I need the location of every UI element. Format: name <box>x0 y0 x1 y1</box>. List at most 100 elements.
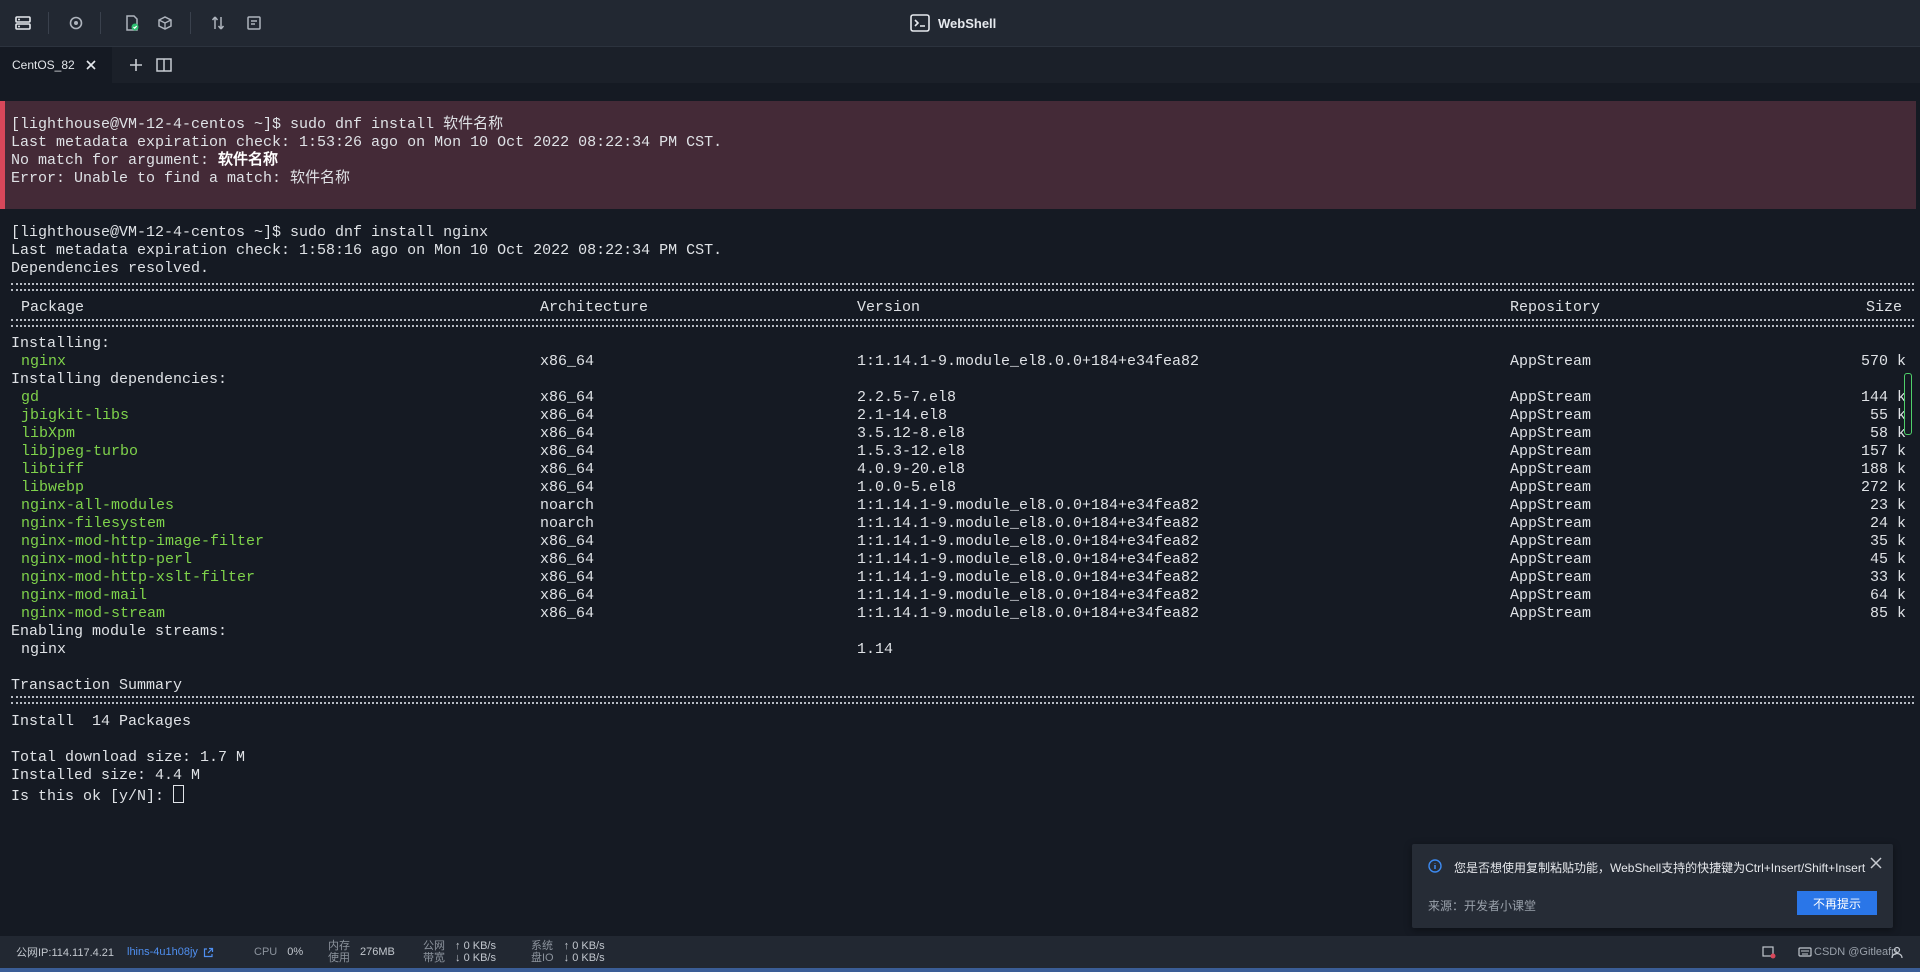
scrollbar-thumb[interactable] <box>1904 373 1912 435</box>
clipboard-notice: 您是否想使用复制粘贴功能，WebShell支持的快捷键为Ctrl+Insert/… <box>1412 844 1893 928</box>
package-name: nginx-mod-http-xslt-filter <box>21 569 256 586</box>
external-link-icon[interactable] <box>203 947 214 958</box>
package-arch: x86_64 <box>540 389 595 406</box>
package-version: 1:1.14.1-9.module_el8.0.0+184+e34fea82 <box>857 587 1200 604</box>
package-size: 35 k <box>1869 533 1906 550</box>
package-repo: AppStream <box>1510 443 1592 460</box>
package-version: 1:1.14.1-9.module_el8.0.0+184+e34fea82 <box>857 515 1200 532</box>
terminal-line: [lighthouse@VM-12-4-centos ~]$ sudo dnf … <box>11 224 489 241</box>
package-repo: AppStream <box>1510 515 1592 532</box>
package-name: nginx-mod-stream <box>21 605 166 622</box>
package-name: nginx-mod-http-perl <box>21 551 193 568</box>
cpu-value: 0% <box>287 946 304 958</box>
package-arch: x86_64 <box>540 605 595 622</box>
package-name: nginx-filesystem <box>21 515 166 532</box>
package-version: 1:1.14.1-9.module_el8.0.0+184+e34fea82 <box>857 551 1200 568</box>
package-version: 1:1.14.1-9.module_el8.0.0+184+e34fea82 <box>857 353 1200 370</box>
package-version: 1:1.14.1-9.module_el8.0.0+184+e34fea82 <box>857 569 1200 586</box>
package-arch: x86_64 <box>540 407 595 424</box>
col-header-version: Version <box>857 299 921 316</box>
disk-io: 系统 盘IO ↑ 0 KB/s ↓ 0 KB/s <box>531 936 605 968</box>
add-tab-icon[interactable] <box>127 56 145 74</box>
terminal-bold-text: 软件名称 <box>218 152 279 169</box>
package-repo: AppStream <box>1510 551 1592 568</box>
history-icon[interactable] <box>242 11 266 35</box>
network-bandwidth: 公网 带宽 ↑ 0 KB/s ↓ 0 KB/s <box>423 936 496 968</box>
package-name: libwebp <box>21 479 85 496</box>
file-transfer-icon[interactable] <box>120 11 144 35</box>
package-arch: x86_64 <box>540 443 595 460</box>
cpu-usage: CPU 0% <box>254 936 303 968</box>
package-name: nginx-all-modules <box>21 497 175 514</box>
package-name: nginx <box>21 353 67 370</box>
terminal-line: Dependencies resolved. <box>11 260 210 277</box>
user-icon[interactable] <box>1890 945 1904 959</box>
settings-icon[interactable] <box>64 11 88 35</box>
package-arch: x86_64 <box>540 587 595 604</box>
notice-message: 您是否想使用复制粘贴功能，WebShell支持的快捷键为Ctrl+Insert/… <box>1454 861 1866 875</box>
network-down: ↓ 0 KB/s <box>455 952 496 964</box>
terminal-text: No match for argument: <box>11 152 219 169</box>
keyboard-icon[interactable] <box>1798 945 1812 959</box>
memory-label: 使用 <box>328 952 350 964</box>
package-size: 33 k <box>1869 569 1906 586</box>
col-header-package: Package <box>21 299 85 316</box>
close-icon[interactable] <box>1869 856 1883 870</box>
package-repo: AppStream <box>1510 569 1592 586</box>
server-list-icon[interactable] <box>11 11 35 35</box>
network-label: 带宽 <box>423 952 445 964</box>
network-label: 公网 <box>423 940 445 952</box>
watermark: CSDN @Gitleafp <box>1814 946 1898 958</box>
separator-line <box>11 283 1914 291</box>
info-icon <box>1428 859 1442 873</box>
sort-icon[interactable] <box>206 11 230 35</box>
terminal-cursor[interactable] <box>173 785 185 803</box>
terminal-line: Total download size: 1.7 M <box>11 749 246 766</box>
section-label: Installing dependencies: <box>11 371 228 388</box>
package-repo: AppStream <box>1510 461 1592 478</box>
disk-label: 盘IO <box>531 952 554 964</box>
terminal-output[interactable]: [lighthouse@VM-12-4-centos ~]$ sudo dnf … <box>0 83 1920 936</box>
package-size: 144 k <box>1860 389 1906 406</box>
tab-centos-82[interactable]: CentOS_82 <box>0 47 112 83</box>
package-size: 23 k <box>1869 497 1906 514</box>
package-arch: x86_64 <box>540 551 595 568</box>
package-arch: noarch <box>540 497 595 514</box>
package-repo: AppStream <box>1510 533 1592 550</box>
package-repo: AppStream <box>1510 407 1592 424</box>
package-arch: x86_64 <box>540 479 595 496</box>
tab-bar: CentOS_82 <box>0 47 1920 83</box>
package-repo: AppStream <box>1510 497 1592 514</box>
package-repo: AppStream <box>1510 389 1592 406</box>
package-version: 2.1-14.el8 <box>857 407 948 424</box>
package-size: 272 k <box>1860 479 1906 496</box>
package-name: nginx-mod-mail <box>21 587 148 604</box>
package-version: 1.5.3-12.el8 <box>857 443 966 460</box>
instance-id[interactable]: lhins-4u1h08jy <box>127 946 198 958</box>
package-version: 2.2.5-7.el8 <box>857 389 957 406</box>
separator-line <box>11 319 1914 327</box>
terminal-line: No match for argument: 软件名称 <box>11 152 278 170</box>
tab-label: CentOS_82 <box>12 58 75 72</box>
split-view-icon[interactable] <box>155 56 173 74</box>
package-arch: x86_64 <box>540 461 595 478</box>
dont-show-again-button[interactable]: 不再提示 <box>1797 891 1877 915</box>
close-icon[interactable] <box>85 59 97 71</box>
package-version: 3.5.12-8.el8 <box>857 425 966 442</box>
terminal-prompt-line: Is this ok [y/N]: <box>11 785 185 805</box>
notice-source: 来源：开发者小课堂 <box>1428 899 1537 913</box>
module-name: nginx <box>21 641 67 658</box>
command-icon[interactable] <box>153 11 177 35</box>
package-size: 570 k <box>1860 353 1906 370</box>
separator-line <box>11 696 1914 704</box>
app-title-text: WebShell <box>938 15 997 31</box>
module-version: 1.14 <box>857 641 894 658</box>
package-name: libXpm <box>21 425 76 442</box>
memory-value: 276MB <box>360 946 395 958</box>
package-name: libtiff <box>21 461 85 478</box>
package-size: 24 k <box>1869 515 1906 532</box>
instance-id-link[interactable]: lhins-4u1h08jy <box>127 936 214 968</box>
screenshot-icon[interactable] <box>1762 945 1776 959</box>
col-header-architecture: Architecture <box>540 299 649 316</box>
network-up: ↑ 0 KB/s <box>455 940 496 952</box>
